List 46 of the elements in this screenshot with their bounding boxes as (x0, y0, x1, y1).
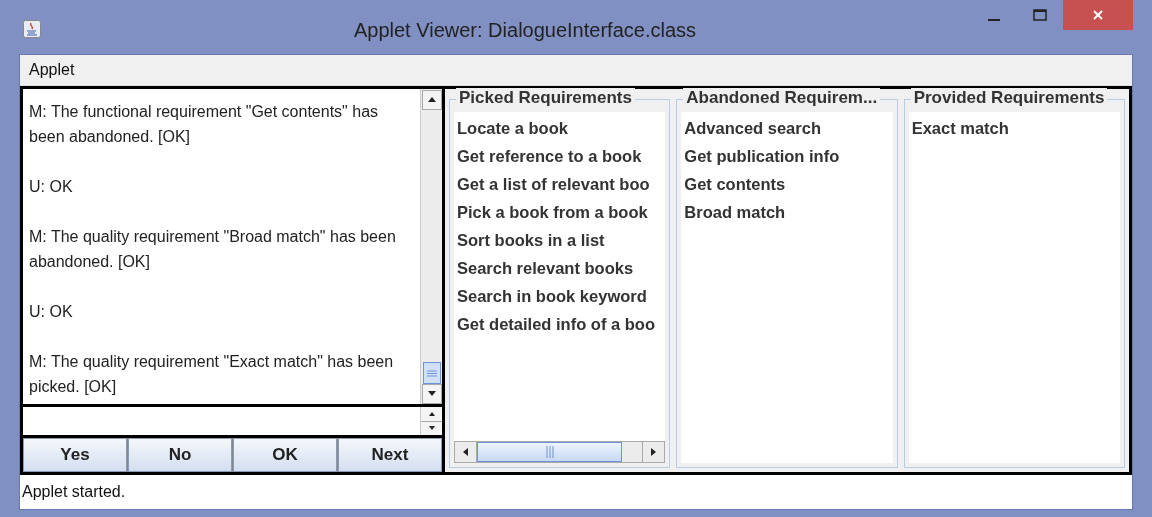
spinner[interactable] (420, 407, 442, 435)
list-item[interactable]: Search in book keyword (454, 282, 666, 310)
java-cup-icon (23, 20, 41, 38)
spin-down-icon (428, 426, 435, 431)
status-text: Applet started. (21, 482, 127, 502)
list-item[interactable]: Get reference to a book (454, 142, 666, 170)
requirements-list[interactable]: Exact match (908, 112, 1120, 463)
window-title: Applet Viewer: DialogueInterface.class (352, 18, 697, 43)
list-item[interactable]: Broad match (681, 198, 893, 226)
list-item[interactable]: Exact match (908, 114, 1120, 142)
spin-up-icon (428, 411, 435, 416)
list-item[interactable]: Get detailed info of a boo (454, 310, 666, 338)
group-title: Abandoned Requirem... (683, 88, 881, 108)
list-item[interactable]: Get publication info (681, 142, 893, 170)
scroll-right-icon (649, 448, 658, 456)
list-item[interactable]: Get a list of relevant boo (454, 170, 666, 198)
menu-item[interactable]: Applet (20, 58, 84, 82)
dialogue-message: M: The functional requirement "Get contents" has been abandoned. [OK] (29, 102, 380, 147)
scroll-left-icon (461, 448, 470, 456)
list-item[interactable]: Search relevant books (454, 254, 666, 282)
dialogue-button[interactable]: OK (233, 438, 337, 472)
requirements-list[interactable]: Advanced search Get publication info Get contents Broad match (681, 112, 893, 463)
scroll-up-icon (427, 96, 436, 104)
vertical-scrollbar[interactable] (420, 89, 442, 404)
list-item[interactable]: Get contents (681, 170, 893, 198)
grip-icon (426, 369, 437, 377)
horizontal-scrollbar[interactable] (454, 441, 666, 463)
list-item[interactable]: Sort books in a list (454, 226, 666, 254)
minimize-icon (988, 19, 1000, 21)
scroll-down-icon (427, 390, 436, 398)
group-title: Provided Requirements (910, 88, 1108, 108)
close-icon (1092, 9, 1104, 21)
dialogue-button[interactable]: No (128, 438, 232, 472)
dialogue-button[interactable]: Yes (23, 438, 127, 472)
dialogue-message: U: OK (29, 177, 74, 197)
close-button[interactable] (1063, 0, 1133, 30)
list-item[interactable]: Advanced search (681, 114, 893, 142)
dialogue-button[interactable]: Next (338, 438, 442, 472)
maximize-icon (1033, 9, 1047, 21)
group-title: Picked Requirements (456, 88, 635, 108)
list-item[interactable]: Pick a book from a book (454, 198, 666, 226)
grip-icon (545, 446, 554, 458)
dialogue-message: M: The quality requirement "Broad match" has been abandoned. [OK] (29, 227, 397, 272)
list-item[interactable]: Locate a book (454, 114, 666, 142)
dialogue-message: M: The quality requirement "Exact match" has been picked. [OK] (29, 352, 395, 397)
dialogue-message: U: OK (29, 302, 74, 322)
